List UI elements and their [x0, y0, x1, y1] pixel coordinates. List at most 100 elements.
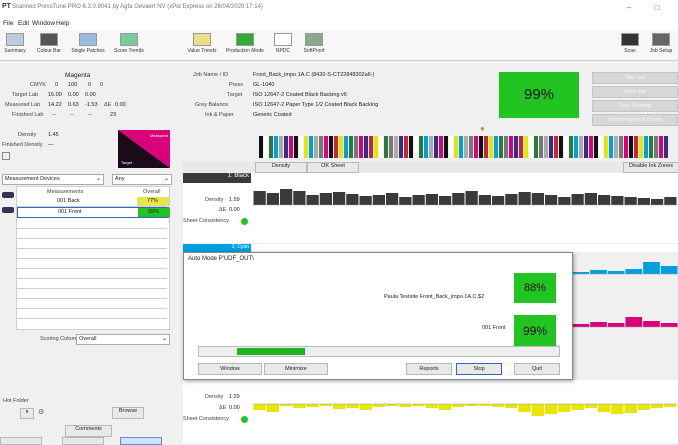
colour-bar-patch [414, 136, 418, 158]
ink-zone-bar [359, 404, 372, 410]
ink-zone-bar [425, 194, 438, 205]
bottom-tab-2[interactable] [62, 437, 104, 445]
chevron-down-icon: ⌄ [161, 336, 167, 342]
ink-zone-bar [505, 404, 518, 408]
summary-button[interactable]: Summary [0, 30, 30, 60]
colour-bar-patch [264, 136, 268, 158]
measurement-device-select[interactable]: Measurement Devices ⌄ [2, 174, 104, 185]
file1-label: Paula Testsite Front_Back_impo.1A.C.$2 [384, 294, 485, 300]
ink-zone-bar [293, 404, 306, 408]
ink-zone-bar [625, 317, 643, 327]
table-row[interactable] [17, 269, 167, 279]
save-finishing-button[interactable]: Save Finishing [592, 100, 678, 112]
minimize-button[interactable]: Minimize [264, 363, 328, 375]
density-option-icon[interactable] [2, 152, 10, 160]
maximize-window-button[interactable]: □ [650, 2, 664, 14]
open-job-button[interactable]: Open Job [592, 86, 678, 98]
new-job-button[interactable]: New Job [592, 72, 678, 84]
score-trends-button[interactable]: Score Trends [110, 30, 148, 60]
ink-zone-bar [637, 198, 650, 205]
colour-bar-button[interactable]: Colour Bar [32, 30, 66, 60]
table-row[interactable] [17, 249, 167, 259]
ink-zone-chart-cyan [572, 262, 678, 275]
menu-file[interactable]: File [3, 20, 13, 27]
colour-bar-patch [614, 136, 618, 158]
ink-zone-bar [319, 404, 332, 406]
export-reports-button[interactable]: Export Reports & Curves [592, 114, 678, 126]
colour-bar-patch [509, 136, 513, 158]
ink-zone-bar [346, 194, 359, 205]
ink-zone-bar [293, 191, 306, 205]
ink-zone-bar [571, 404, 584, 410]
comments-button[interactable]: Comments [65, 425, 112, 437]
colour-bar-patch [359, 136, 363, 158]
table-row[interactable] [17, 259, 167, 269]
browse-button[interactable]: Browse [112, 407, 144, 419]
auto-mode-dialog: Auto Mode P'UDF_OUT\ Paula Testsite Fron… [183, 252, 573, 380]
softproof-button[interactable]: SoftProof [298, 30, 330, 60]
colour-bar-patch [439, 136, 443, 158]
minimize-window-button[interactable]: – [622, 2, 636, 14]
table-row[interactable] [17, 299, 167, 309]
table-row[interactable] [17, 279, 167, 289]
ink-zone-bar [518, 404, 531, 412]
colour-bar-patch [624, 136, 628, 158]
ink-zone-bar [611, 196, 624, 205]
table-row[interactable] [17, 289, 167, 299]
ink-zone-bar [598, 195, 611, 205]
disable-ink-zones-button[interactable]: Disable Ink Zones [623, 162, 678, 173]
ink-zone-bar [531, 404, 544, 416]
colour-bar-patch [354, 136, 358, 158]
colour-bar-patch [319, 136, 323, 158]
window-title: Scanned PressTune PRO 6.3.0.9041 by Agfa… [12, 4, 263, 10]
table-row[interactable] [17, 219, 167, 229]
score-trends-icon [120, 33, 138, 46]
colour-bar-patch [554, 136, 558, 158]
stop-button[interactable]: Stop [456, 363, 502, 375]
menu-window[interactable]: Window [32, 20, 55, 27]
production-mode-button[interactable]: Production Mode [222, 30, 268, 60]
colour-bar-patch [474, 136, 478, 158]
window-button[interactable]: Window [198, 363, 262, 375]
tab-density[interactable]: Density [255, 162, 307, 173]
table-row[interactable] [17, 309, 167, 319]
colour-bar-strip [183, 132, 678, 160]
menu-edit[interactable]: Edit [18, 20, 29, 27]
colour-bar-patch [529, 136, 533, 158]
ink-zone-bar [359, 196, 372, 205]
table-row[interactable] [17, 229, 167, 239]
table-row[interactable]: 001 Front 99% [17, 207, 170, 218]
tab-ok-sheet[interactable]: OK Sheet [307, 162, 359, 173]
table-row[interactable]: 001 Back 77% [17, 197, 169, 207]
quit-button[interactable]: Quit [514, 363, 560, 375]
ink-zone-bar [558, 404, 571, 412]
ink-zone-bar [637, 404, 650, 410]
table-row[interactable] [17, 239, 167, 249]
npdc-button[interactable]: NPDC [270, 30, 296, 60]
bottom-tab-3[interactable] [120, 437, 162, 445]
ink-zone-bar [572, 324, 590, 327]
device-filter-select[interactable]: Any ⌄ [112, 174, 172, 185]
value-trends-button[interactable]: Value Trends [184, 30, 220, 60]
app-logo-icon: PT [2, 3, 11, 10]
colour-bar-patch [389, 136, 393, 158]
reports-button[interactable]: Reports [406, 363, 452, 375]
scan-button[interactable]: Scan [616, 30, 644, 60]
colour-bar-patch [424, 136, 428, 158]
colour-bar-patch [339, 136, 343, 158]
colour-bar-patch [579, 136, 583, 158]
ink-zone-bar [452, 193, 465, 205]
bottom-tab-1[interactable] [0, 437, 42, 445]
single-patches-button[interactable]: Single Patches [68, 30, 108, 60]
ink-zone-bar [664, 404, 677, 407]
settings-icon[interactable]: ⚙ [38, 408, 44, 416]
progress-fill [237, 348, 305, 355]
scoring-column-select[interactable]: Overall ⌄ [76, 334, 170, 345]
scoring-column-label: Scoring Column [40, 336, 80, 342]
ink-zone-bar [651, 199, 664, 205]
menu-help[interactable]: Help [56, 20, 69, 27]
pause-button[interactable]: ⏸ [20, 408, 34, 419]
colour-bar-patch [534, 136, 538, 158]
measurements-table: Measurements Overall 001 Back 77% 001 Fr… [16, 186, 170, 330]
job-setup-button[interactable]: Job Setup [646, 30, 676, 60]
